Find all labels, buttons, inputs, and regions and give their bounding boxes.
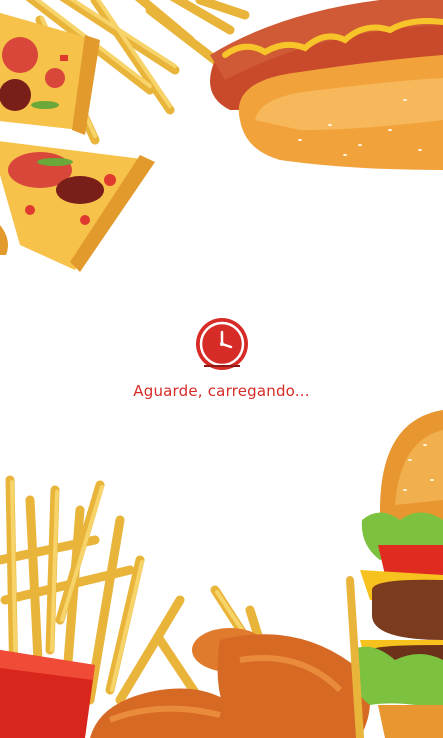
loading-indicator: Aguarde, carregando...: [0, 316, 443, 400]
hotdog: [210, 0, 443, 170]
loading-message: Aguarde, carregando...: [133, 382, 310, 400]
clock-icon: [194, 316, 250, 372]
burger: [351, 410, 443, 738]
splash-screen: Aguarde, carregando...: [0, 0, 443, 738]
pizza-slice-top: [0, 12, 100, 135]
pizza-slice-bottom: [0, 141, 155, 272]
